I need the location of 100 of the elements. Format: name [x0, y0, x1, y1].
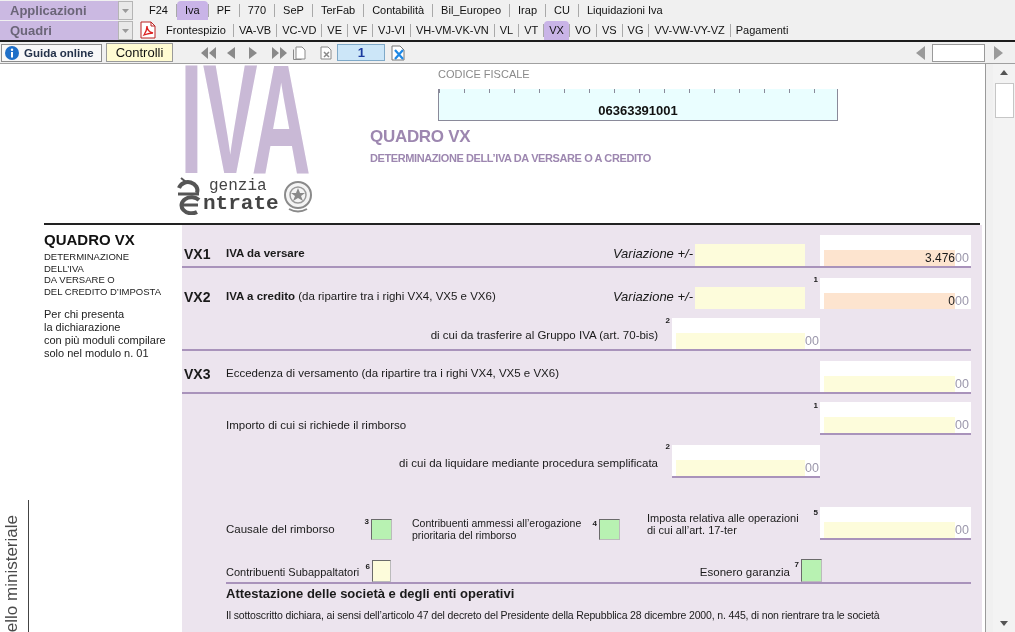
module-tab[interactable]: F24	[141, 0, 176, 20]
amount-field[interactable]: 3.476	[824, 250, 955, 266]
caret-icon[interactable]	[118, 0, 133, 20]
page-number-field[interactable]: 1	[337, 44, 386, 61]
remove-document-icon[interactable]	[390, 44, 407, 61]
amount-field[interactable]	[824, 376, 955, 392]
amount-field[interactable]	[824, 522, 955, 538]
form-title: QUADRO VX	[370, 127, 471, 146]
input-field[interactable]	[932, 43, 985, 62]
tax-code-field[interactable]: 06363391001	[438, 89, 838, 121]
module-tab[interactable]: Bil_Europeo	[433, 0, 510, 20]
info-icon	[5, 45, 19, 60]
code-field[interactable]	[372, 560, 391, 582]
field-label: Causale del rimborso	[226, 522, 336, 536]
agency-mark-icon	[175, 177, 203, 215]
field-number: 1	[812, 401, 819, 410]
module-tab[interactable]: Iva	[176, 0, 208, 20]
section-tab[interactable]: VF	[348, 20, 373, 40]
cents-label: 00	[955, 523, 970, 538]
module-tab[interactable]: SeP	[275, 0, 312, 20]
amount-field[interactable]: 0	[824, 293, 955, 309]
field-label: Contribuenti Subappaltatori	[226, 565, 361, 579]
variation-label: Variazione +/-	[612, 246, 693, 261]
section-tab[interactable]: VL	[494, 20, 519, 40]
section-tab[interactable]: VC-VD	[277, 20, 322, 40]
section-note: Per chi presenta la dichiarazione con più moduli compilare solo nel modulo n. 01	[44, 308, 167, 360]
module-tab[interactable]: Liquidazioni Iva	[578, 0, 671, 20]
amount-field[interactable]	[676, 333, 806, 349]
page-icon[interactable]	[292, 45, 307, 60]
section-tab[interactable]: VX	[544, 20, 569, 40]
tax-code-label: CODICE FISCALE	[438, 68, 530, 81]
amount-field[interactable]	[676, 460, 806, 476]
row-label: Importo di cui si richiede il rimborso	[226, 418, 408, 432]
field-number: 6	[364, 562, 371, 571]
pdf-icon[interactable]	[140, 21, 156, 39]
amount-field[interactable]	[824, 417, 955, 433]
logo-text: IVA	[180, 64, 311, 175]
section-tab[interactable]: VT	[519, 20, 544, 40]
field-number: 2	[664, 442, 671, 451]
section-tab[interactable]: Pagamenti	[730, 20, 794, 40]
field-number: 1	[812, 275, 819, 284]
section-tab[interactable]: VH-VM-VK-VN	[411, 20, 494, 40]
field-number: 5	[812, 508, 819, 517]
module-tab[interactable]: 770	[239, 0, 275, 20]
section-tab[interactable]: VV-VW-VY-VZ	[649, 20, 730, 40]
field-label: Esonero garanzia	[699, 565, 790, 579]
cents-label: 00	[955, 418, 970, 433]
section-tab[interactable]: VA-VB	[233, 20, 277, 40]
cents-label: 00	[955, 251, 970, 266]
section-title: QUADRO VX	[44, 231, 136, 248]
agency-name: ntrate	[203, 193, 279, 214]
module-tab[interactable]: PF	[208, 0, 239, 20]
section-tab[interactable]: VJ-VI	[373, 20, 410, 40]
agency-name: genzia	[208, 178, 268, 194]
module-tab[interactable]: TerFab	[312, 0, 364, 20]
scrollbar-thumb[interactable]	[994, 83, 1014, 118]
checks-button[interactable]: Controlli	[105, 43, 174, 62]
cents-label: 00	[805, 334, 820, 349]
delete-page-icon[interactable]	[319, 45, 334, 60]
section-tab[interactable]: Frontespizio	[159, 20, 233, 40]
section-tab[interactable]: VO	[569, 20, 596, 40]
row-label: Eccedenza di versamento (da ripartire tra i righi VX4, VX5 e VX6)	[226, 366, 561, 380]
caret-icon[interactable]	[118, 20, 133, 40]
module-tab[interactable]: Irap	[510, 0, 545, 20]
declaration-text: Il sottoscritto dichiara, ai sensi dell’articolo 47 del decreto del Presidente della Repubblica 28 dicembre 2000, n. 445, di non rientrare tra le società	[226, 608, 881, 622]
row-code: VX2	[183, 289, 212, 305]
section-heading: Attestazione delle società e degli enti operativi	[226, 586, 516, 602]
section-caption: DETERMINAZIONE DELL’IVA DA VERSARE O DEL CREDITO D’IMPOSTA	[44, 251, 162, 297]
section-tab[interactable]: VE	[322, 20, 348, 40]
next-icon[interactable]	[993, 45, 1005, 60]
field-number: 3	[363, 517, 370, 526]
first-page-icon[interactable]	[199, 45, 218, 60]
field-label: Imposta relativa alle operazioni di cui all’art. 17-ter	[647, 512, 800, 536]
cents-label: 00	[955, 377, 970, 392]
code-field[interactable]	[599, 519, 620, 540]
section-tab[interactable]: VS	[596, 20, 622, 40]
code-field[interactable]	[801, 559, 822, 582]
section-tab[interactable]: VG	[622, 20, 649, 40]
emblem-icon	[282, 179, 313, 213]
field-label: Contribuenti ammessi all’erogazione prioritaria del rimborso	[412, 517, 583, 541]
row-label: di cui da trasferire al Gruppo IVA (art. 70-bis)	[430, 328, 658, 342]
field-number: 7	[793, 560, 800, 569]
module-tab[interactable]: CU	[546, 0, 578, 20]
field-number: 4	[592, 519, 598, 528]
previous-icon[interactable]	[914, 45, 926, 60]
row-label: di cui da liquidare mediante procedura semplificata	[399, 456, 658, 470]
form-subtitle: DETERMINAZIONE DELL’IVA DA VERSARE O A CREDITO	[370, 151, 651, 165]
row-label: IVA a credito (da ripartire tra i righi VX4, VX5 e VX6)	[226, 289, 497, 303]
row-label: IVA da versare	[226, 246, 306, 260]
cents-label: 00	[805, 461, 820, 476]
row-code: VX3	[183, 366, 212, 382]
field-number: 2	[664, 316, 671, 325]
code-field[interactable]	[371, 519, 392, 540]
cents-label: 00	[955, 294, 970, 309]
module-tab[interactable]: Contabilità	[364, 0, 433, 20]
margin-text: ello ministeriale	[3, 514, 21, 632]
variation-label: Variazione +/-	[612, 289, 693, 304]
variation-field[interactable]	[695, 244, 805, 266]
help-button[interactable]: Guida online	[1, 43, 102, 62]
variation-field[interactable]	[695, 287, 805, 309]
